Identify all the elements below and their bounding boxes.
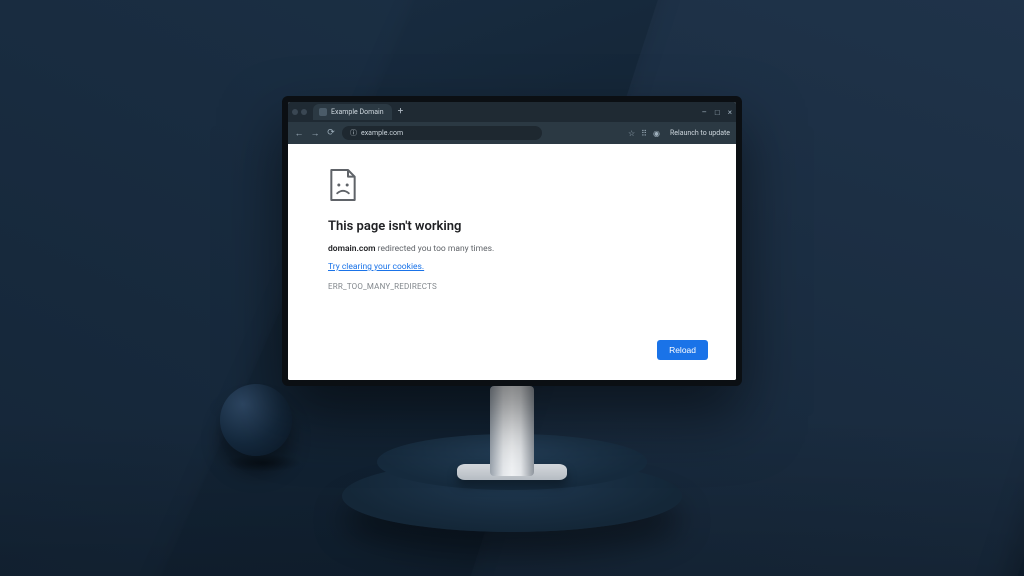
url-text: example.com: [361, 129, 403, 137]
error-code: ERR_TOO_MANY_REDIRECTS: [328, 282, 696, 291]
nav-forward-button[interactable]: →: [310, 128, 320, 139]
window-close-button[interactable]: ×: [728, 108, 732, 117]
error-title: This page isn't working: [328, 219, 696, 234]
monitor-bezel: Example Domain + – □ × ← → ⟳ ⓘ example.c…: [282, 96, 742, 386]
monitor-stand-neck: [490, 386, 534, 476]
browser-titlebar: Example Domain + – □ ×: [288, 102, 736, 122]
sphere-shadow: [224, 454, 302, 472]
relaunch-update-button[interactable]: Relaunch to update: [670, 129, 730, 137]
bookmark-star-icon[interactable]: ☆: [628, 129, 635, 138]
new-tab-button[interactable]: +: [398, 107, 404, 117]
site-info-icon[interactable]: ⓘ: [350, 128, 357, 138]
scene-3d-backdrop: Example Domain + – □ × ← → ⟳ ⓘ example.c…: [0, 0, 1024, 576]
nav-back-button[interactable]: ←: [294, 128, 304, 139]
window-minimize-button[interactable]: –: [702, 108, 707, 117]
sad-page-icon: [328, 168, 358, 202]
browser-address-bar: ← → ⟳ ⓘ example.com ☆ ⠿ ◉ Relaunch to up…: [288, 122, 736, 144]
reload-button[interactable]: Reload: [657, 340, 708, 360]
clear-cookies-link[interactable]: Try clearing your cookies.: [328, 262, 424, 272]
window-maximize-button[interactable]: □: [715, 108, 720, 117]
browser-window: Example Domain + – □ × ← → ⟳ ⓘ example.c…: [288, 102, 736, 380]
profile-avatar-icon[interactable]: ◉: [653, 129, 660, 138]
extensions-icon[interactable]: ⠿: [641, 129, 647, 138]
url-input[interactable]: ⓘ example.com: [342, 126, 542, 140]
nav-reload-button[interactable]: ⟳: [326, 128, 336, 138]
error-page-content: This page isn't working domain.com redir…: [288, 144, 736, 380]
error-domain: domain.com: [328, 244, 376, 254]
decorative-sphere: [220, 384, 292, 456]
window-menu-dots: [292, 109, 307, 115]
browser-tab-active[interactable]: Example Domain: [313, 104, 392, 120]
tab-favicon-icon: [319, 108, 327, 116]
error-message: domain.com redirected you too many times…: [328, 244, 696, 254]
tab-title: Example Domain: [331, 108, 384, 116]
error-message-suffix: redirected you too many times.: [376, 244, 495, 254]
